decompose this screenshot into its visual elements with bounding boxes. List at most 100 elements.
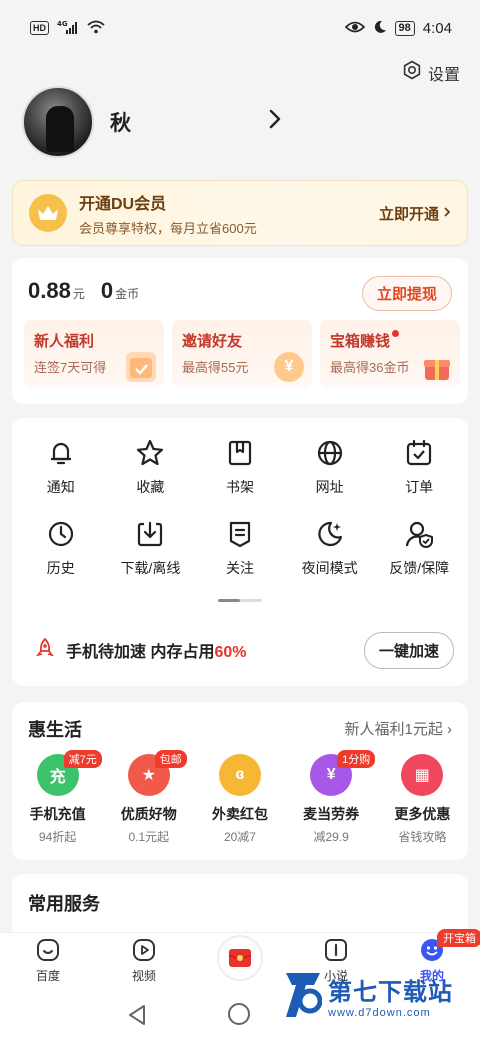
menu-item-history[interactable]: 历史 (16, 519, 106, 578)
life-item-name: 优质好物 (120, 806, 177, 822)
life-item-more-deals[interactable]: ▦ 更多优惠 省钱攻略 (378, 754, 466, 845)
tab-label: 百度 (35, 969, 60, 983)
promo-badge: 包邮 (154, 750, 187, 768)
tile-title: 新人福利 (34, 333, 95, 350)
menu-item-follow[interactable]: 关注 (195, 519, 285, 578)
grid-icon: ▦ (401, 754, 444, 796)
memory-status-text: 手机待加速 内存占用60% (66, 644, 247, 661)
d7-logo-icon (284, 971, 323, 1019)
vip-open-button[interactable]: 立即开通 (379, 203, 451, 224)
life-item-sub: 0.1元起 (128, 830, 170, 844)
menu-label: 收藏 (136, 479, 165, 495)
coin-unit: 金币 (115, 287, 140, 301)
menu-label: 网址 (315, 479, 344, 495)
menu-item-feedback[interactable]: 反馈/保障 (374, 519, 464, 578)
page-indicator (218, 599, 262, 602)
battery-level: 98 (394, 20, 415, 36)
tab-red-packet[interactable] (205, 934, 275, 981)
tile-title: 宝箱赚钱 (330, 330, 450, 351)
menu-item-downloads[interactable]: 下载/离线 (106, 519, 196, 578)
speed-up-row: 手机待加速 内存占用60% 一键加速 (34, 631, 454, 669)
tile-invite-friends[interactable]: 邀请好友 最高得55元 ¥ (172, 320, 312, 388)
life-item-takeout[interactable]: ɞ 外卖红包 20减7 (196, 754, 284, 845)
signal-icon: 4G (57, 20, 79, 37)
menu-label: 订单 (405, 479, 434, 495)
life-item-name: 手机充值 (29, 806, 86, 822)
username: 秋 (110, 112, 131, 135)
gift-box-icon (422, 352, 452, 382)
calendar-icon (126, 352, 156, 382)
menu-label: 关注 (225, 560, 254, 576)
moon-icon (317, 521, 342, 547)
network-type: 4G (57, 20, 68, 28)
clock-icon (48, 521, 73, 547)
coin-balance[interactable]: 0 (101, 278, 113, 304)
tile-treasure-box[interactable]: 宝箱赚钱 最高得36金币 (320, 320, 460, 388)
gear-icon (402, 60, 422, 85)
chevron-right-icon: › (447, 721, 452, 738)
bell-icon (50, 442, 71, 465)
settings-label: 设置 (427, 66, 460, 84)
menu-label: 历史 (46, 560, 75, 576)
book-icon (325, 939, 347, 961)
baidu-home-icon (37, 939, 59, 961)
menu-item-orders[interactable]: 订单 (374, 438, 464, 497)
red-dot (392, 330, 400, 337)
bookmark-icon (228, 440, 252, 466)
open-treasure-badge[interactable]: 开宝箱 (437, 929, 480, 947)
vip-title: 开通DU会员 (79, 195, 167, 213)
rocket-icon (34, 637, 56, 664)
life-item-phone-recharge[interactable]: 充 减7元 手机充值 94折起 (14, 750, 102, 845)
life-item-sub: 94折起 (38, 830, 77, 844)
play-icon (133, 939, 155, 961)
star-icon (137, 439, 164, 466)
life-item-mcdonalds[interactable]: ¥ 1分购 麦当劳券 减29.9 (287, 750, 376, 845)
eye-icon (344, 20, 365, 37)
wallet-card: 0.88 元 0 金币 立即提现 新人福利 连签7天可得 邀请好友 最高得55元… (12, 258, 468, 404)
user-shield-icon (406, 521, 434, 548)
globe-icon (317, 440, 342, 466)
section-title: 惠生活 (28, 720, 82, 740)
promo-badge: 减7元 (63, 750, 102, 768)
vip-banner[interactable]: 开通DU会员 会员尊享特权，每月立省600元 立即开通 (12, 180, 468, 246)
tab-label: 视频 (131, 969, 156, 983)
wifi-icon (87, 20, 105, 37)
menu-item-urls[interactable]: 网址 (285, 438, 375, 497)
tab-video[interactable]: 视频 (109, 937, 179, 984)
tile-title: 邀请好友 (182, 333, 243, 350)
life-item-sub: 20减7 (223, 830, 256, 844)
life-item-sub: 省钱攻略 (398, 830, 447, 844)
menu-item-bookshelf[interactable]: 书架 (195, 438, 285, 497)
crown-icon (29, 194, 67, 232)
cash-balance[interactable]: 0.88 (28, 278, 71, 304)
tab-baidu[interactable]: 百度 (13, 937, 83, 984)
home-circle-icon[interactable] (228, 1003, 250, 1025)
avatar[interactable] (22, 86, 94, 158)
menu-label: 书架 (225, 479, 254, 495)
promo-badge: 1分购 (337, 750, 376, 768)
takeout-icon: ɞ (218, 754, 261, 796)
profile-header[interactable]: 秋 (22, 86, 462, 158)
withdraw-button[interactable]: 立即提现 (361, 276, 452, 311)
life-services-card: 惠生活 新人福利1元起 › 充 减7元 手机充值 94折起 ★ 包邮 优质好物 … (12, 702, 468, 860)
newbie-welfare-link[interactable]: 新人福利1元起 › (344, 718, 452, 739)
speed-up-button[interactable]: 一键加速 (363, 631, 454, 669)
menu-item-favorites[interactable]: 收藏 (106, 438, 196, 497)
tile-newbie-welfare[interactable]: 新人福利 连签7天可得 (24, 320, 164, 388)
moon-status-icon (373, 20, 387, 37)
vip-subtitle: 会员尊享特权，每月立省600元 (79, 220, 257, 236)
memory-percent: 60% (214, 644, 247, 661)
life-item-quality-goods[interactable]: ★ 包邮 优质好物 0.1元起 (105, 750, 193, 845)
follow-icon (229, 521, 251, 548)
life-item-name: 更多优惠 (394, 806, 451, 822)
menu-item-notifications[interactable]: 通知 (16, 438, 106, 497)
watermark-title: 第七下载站 (328, 978, 453, 1006)
cash-unit: 元 (72, 287, 85, 301)
chevron-right-icon[interactable] (268, 108, 282, 135)
life-item-sub: 减29.9 (313, 830, 349, 844)
back-triangle-icon[interactable] (126, 1003, 148, 1032)
settings-button[interactable]: 设置 (402, 60, 460, 85)
menu-item-night-mode[interactable]: 夜间模式 (285, 519, 375, 578)
watermark-url: www.d7down.com (328, 1006, 431, 1019)
menu-label: 通知 (46, 479, 75, 495)
